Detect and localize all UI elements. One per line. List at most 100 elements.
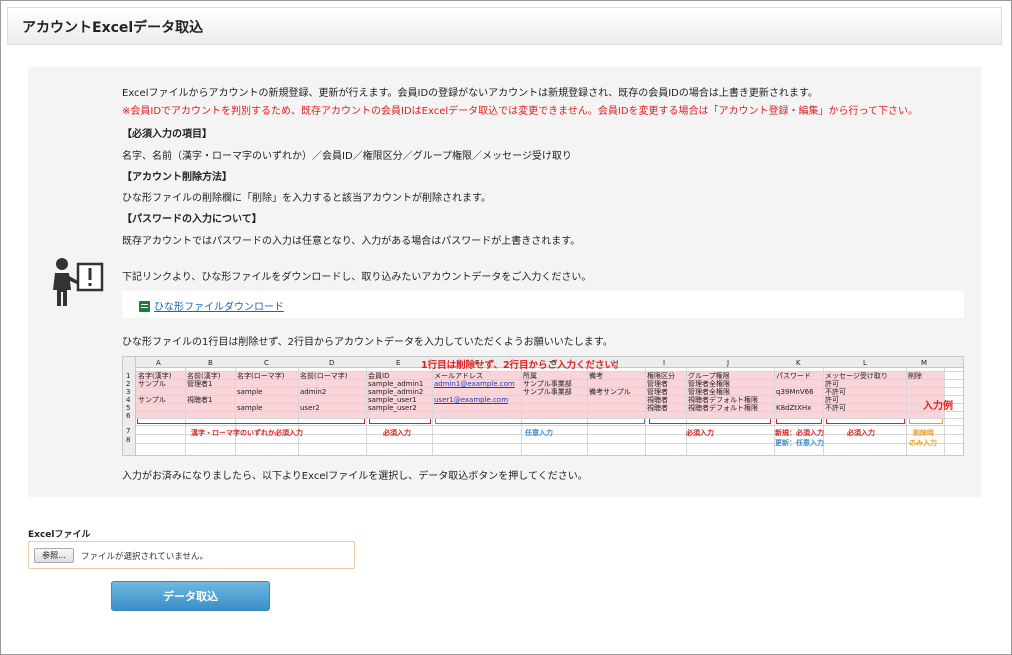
password-text: 既存アカウントではパスワードの入力は任意となり、入力がある場合はパスワードが上書… [122,236,581,247]
bracket-name [137,419,365,424]
sheet-cell: q39MnV66 [776,388,814,396]
label-optional: 任意入力 [525,429,553,437]
row-number: 4 [126,396,131,404]
sheet-cell: sample_admin1 [368,380,424,388]
password-heading: 【パスワードの入力について】 [122,214,262,225]
sheet-header-cell: メールアドレス [434,372,483,380]
col-letter: C [264,359,269,367]
sheet-cell: admin2 [300,388,327,396]
delete-text: ひな形ファイルの削除欄に「削除」を入力すると該当アカウントが削除されます。 [122,193,491,204]
sheet-cell: サンプル [138,380,166,388]
required-heading: 【必須入力の項目】 [122,129,212,140]
sheet-cell-email: admin1@example.com [434,380,515,388]
download-box: ひな形ファイルダウンロード [122,291,964,318]
sheet-cell: 管理者1 [187,380,213,388]
sheet-cell: user2 [300,404,320,412]
col-letter: L [863,359,867,367]
sheet-cell: 管理者全権限 [688,388,730,396]
sheet-cell: 管理者 [647,388,668,396]
col-letter: K [796,359,801,367]
sheet-cell: 視聴者 [647,396,668,404]
sheet-cell: サンプル事業部 [523,380,572,388]
file-input[interactable]: 参照... ファイルが選択されていません。 [28,541,355,569]
sheet-header-cell: 会員ID [368,372,390,380]
sheet-header-cell: 名前(ローマ字) [300,372,348,380]
input-example-label: 入力例 [923,401,953,412]
sheet-cell: sample_admin2 [368,388,424,396]
sheet-cell: 備考サンプル [589,388,631,396]
bracket-message [826,419,905,424]
row-number: 1 [126,372,131,380]
label-name-required: 漢字・ローマ字のいずれか必須入力 [191,429,303,437]
bracket-optional [435,419,645,424]
sheet-header-cell: 権限区分 [647,372,675,380]
browse-button[interactable]: 参照... [34,548,74,563]
row-number: 2 [126,380,131,388]
label-password-update: 更新：任意入力 [775,439,824,447]
file-status-text: ファイルが選択されていません。 [81,552,208,562]
bracket-id [369,419,431,424]
sheet-cell: 視聴者1 [187,396,213,404]
label-group-required: 必須入力 [686,429,714,437]
sheet-cell: 不許可 [825,404,846,412]
required-text: 名字、名前（漢字・ローマ字のいずれか）／会員ID／権限区分／グループ権限／メッセ… [122,151,572,162]
label-password-new: 新規：必須入力 [775,429,824,437]
sheet-cell: sample [237,404,263,412]
label-delete-only: のみ入力 [909,439,937,447]
sheet-cell: 管理者 [647,380,668,388]
col-letter: I [663,359,666,367]
sheet-cell: 許可 [825,396,839,404]
sheet-cell: sample [237,388,263,396]
sheet-header-cell: 備考 [589,372,603,380]
sheet-header-cell: 名前(漢字) [187,372,221,380]
col-letter: B [208,359,213,367]
sheet-header-cell: 所属 [523,372,537,380]
page-header: アカウントExcelデータ取込 [7,7,1002,45]
data-import-button[interactable]: データ取込 [111,581,270,611]
row-number: 6 [126,412,131,420]
sheet-banner-note: 1行目は削除せず、2行目からご入力ください。 [421,360,624,371]
sheet-header-cell: グループ権限 [688,372,730,380]
sheet-header-cell: 削除 [908,372,922,380]
presenter-icon [53,258,104,306]
sheet-header-cell: メッセージ受け取り [825,372,888,380]
warning-text: ※会員IDでアカウントを判別するため、既存アカウントの会員IDはExcelデータ… [122,106,919,117]
sheet-cell: サンプル事業部 [523,388,572,396]
bracket-group [649,419,771,424]
sheet-cell: 不許可 [825,388,846,396]
sheet-cell: 視聴者デフォルト権限 [688,396,758,404]
sheet-cell: 管理者全権限 [688,380,730,388]
sheet-cell: サンプル [138,396,166,404]
col-letter: E [396,359,401,367]
page-title: アカウントExcelデータ取込 [22,20,204,36]
row-number: 3 [126,388,131,396]
sample-spreadsheet: A B C D E F G H I J K L M 1 2 3 4 5 6 7 … [122,356,964,456]
after-input-text: 入力がお済みになりましたら、以下よりExcelファイルを選択し、データ取込ボタン… [122,471,588,482]
sheet-cell: 許可 [825,380,839,388]
label-message-required: 必須入力 [847,429,875,437]
sheet-cell: sample_user2 [368,404,417,412]
sheet-cell: 視聴者デフォルト権限 [688,404,758,412]
intro-text: Excelファイルからアカウントの新規登録、更新が行えます。会員IDの登録がない… [122,88,818,99]
col-letter: A [156,359,161,367]
excel-file-icon [139,301,150,312]
col-letter: J [727,359,730,367]
delete-heading: 【アカウント削除方法】 [122,172,232,183]
label-id-required: 必須入力 [383,429,411,437]
bracket-password [776,419,822,424]
template-note: ひな形ファイルの1行目は削除せず、2行目からアカウントデータを入力していただくよ… [122,337,613,348]
sheet-cell: K8dZtXHx [776,404,812,412]
sheet-header-cell: パスワード [776,372,811,380]
label-delete-only: 削除時 [913,429,934,437]
sheet-cell: sample_user1 [368,396,417,404]
row-number: 8 [126,436,131,444]
template-download-link[interactable]: ひな形ファイルダウンロード [154,298,284,313]
row-number: 5 [126,404,131,412]
sheet-header-cell: 名字(漢字) [138,372,172,380]
row-number: 7 [126,427,131,435]
sheet-cell-email: user1@example.com [434,396,509,404]
col-letter: D [329,359,335,367]
sheet-cell: 視聴者 [647,404,668,412]
sheet-header-cell: 名字(ローマ字) [237,372,285,380]
col-letter: M [921,359,928,367]
